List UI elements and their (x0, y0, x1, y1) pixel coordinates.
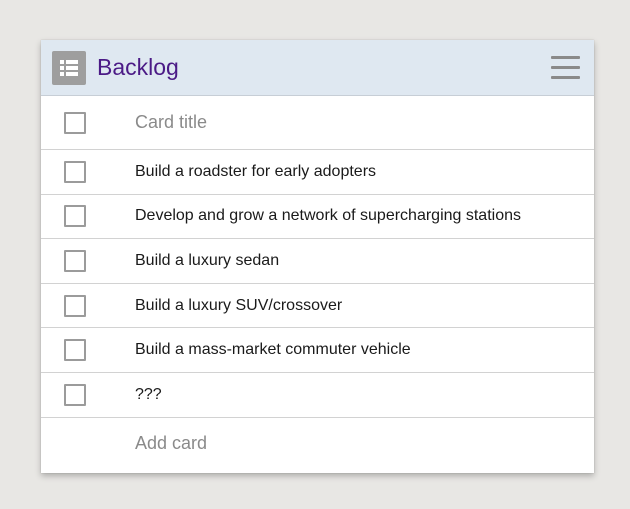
new-card-row: Card title (41, 96, 594, 150)
card-row[interactable]: Build a luxury sedan (41, 239, 594, 284)
card-checkbox[interactable] (64, 249, 86, 272)
add-card-button[interactable]: Add card (135, 433, 207, 454)
board-grid-icon (52, 51, 86, 85)
card-row[interactable]: Build a mass-market commuter vehicle (41, 328, 594, 373)
card-row[interactable]: Build a luxury SUV/crossover (41, 284, 594, 329)
backlog-panel: Backlog Card title Build a roadster for … (41, 40, 594, 473)
card-row[interactable]: ??? (41, 373, 594, 418)
card-title: Build a mass-market commuter vehicle (135, 341, 411, 359)
card-row[interactable]: Build a roadster for early adopters (41, 150, 594, 195)
panel-header: Backlog (41, 40, 594, 96)
card-checkbox[interactable] (64, 160, 86, 183)
card-title-input[interactable]: Card title (135, 112, 207, 133)
card-title: ??? (135, 385, 162, 403)
card-title: Build a luxury sedan (135, 251, 280, 269)
card-row[interactable]: Develop and grow a network of supercharg… (41, 195, 594, 240)
card-checkbox[interactable] (64, 383, 86, 406)
board-title: Backlog (97, 54, 179, 80)
card-title: Develop and grow a network of supercharg… (135, 207, 521, 225)
card-checkbox[interactable] (64, 339, 86, 362)
card-checkbox[interactable] (64, 205, 86, 228)
card-title: Build a roadster for early adopters (135, 162, 377, 180)
card-checkbox[interactable] (64, 294, 86, 317)
card-title: Build a luxury SUV/crossover (135, 296, 343, 314)
new-card-checkbox[interactable] (64, 111, 86, 134)
hamburger-menu-icon[interactable] (551, 53, 581, 81)
